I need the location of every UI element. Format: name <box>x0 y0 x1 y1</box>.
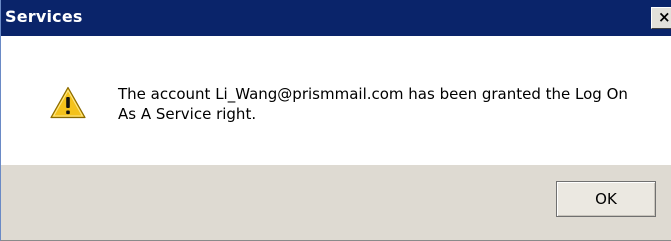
close-icon: × <box>658 8 671 26</box>
ok-button[interactable]: OK <box>556 181 656 217</box>
services-dialog: Services × The account Li_Wang@prismmail… <box>0 0 671 241</box>
message-text: The account Li_Wang@prismmail.com has be… <box>118 85 628 123</box>
message-area: The account Li_Wang@prismmail.com has be… <box>1 36 671 165</box>
button-bar: OK <box>1 165 671 240</box>
close-button[interactable]: × <box>651 7 671 29</box>
warning-icon <box>50 86 86 119</box>
title-bar[interactable]: Services × <box>1 0 671 36</box>
window-title: Services <box>5 7 83 26</box>
